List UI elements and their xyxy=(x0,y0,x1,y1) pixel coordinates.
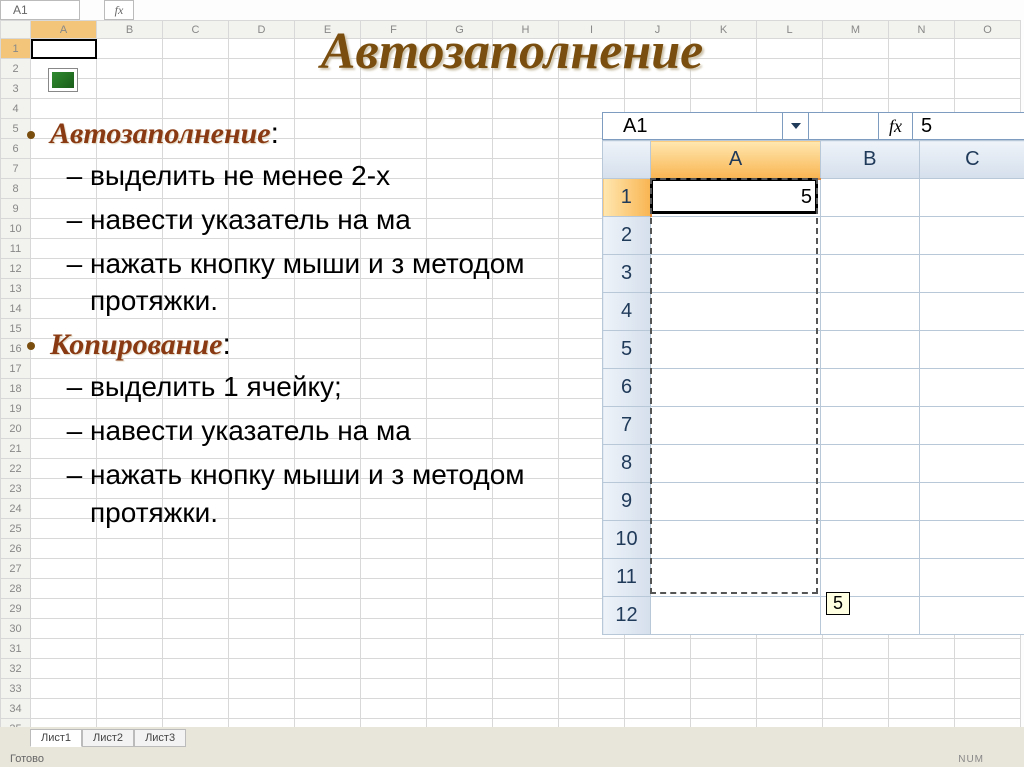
excel-icon: X xyxy=(48,68,78,92)
mini-cell[interactable] xyxy=(651,559,821,597)
mini-row-header[interactable]: 1 xyxy=(603,179,651,217)
mini-row-header[interactable]: 4 xyxy=(603,293,651,331)
mini-row-header[interactable]: 6 xyxy=(603,369,651,407)
mini-grid: ABC1523456789101112 xyxy=(602,140,1024,635)
mini-cell[interactable] xyxy=(919,255,1024,293)
section-subitem: навести указатель на ма xyxy=(90,412,610,450)
mini-cell[interactable] xyxy=(919,369,1024,407)
mini-cell[interactable] xyxy=(821,293,920,331)
mini-row-header[interactable]: 7 xyxy=(603,407,651,445)
mini-cell[interactable] xyxy=(651,445,821,483)
mini-spreadsheet: A1 fx 5 ABC1523456789101112 5 xyxy=(602,112,1024,635)
mini-cell[interactable] xyxy=(821,369,920,407)
mini-cell[interactable] xyxy=(821,483,920,521)
mini-cell[interactable] xyxy=(651,483,821,521)
mini-cell[interactable] xyxy=(651,597,821,635)
mini-cell[interactable] xyxy=(651,255,821,293)
mini-fx-label[interactable]: fx xyxy=(879,113,913,139)
mini-cell[interactable] xyxy=(919,445,1024,483)
mini-cell[interactable] xyxy=(919,559,1024,597)
section-colon: : xyxy=(271,117,279,150)
mini-cell[interactable] xyxy=(821,407,920,445)
section-heading: Копирование xyxy=(50,328,222,361)
slide-title: Автозаполнение xyxy=(0,22,1024,81)
mini-cell[interactable] xyxy=(651,369,821,407)
mini-formula-value[interactable]: 5 xyxy=(913,113,1024,139)
mini-row-header[interactable]: 12 xyxy=(603,597,651,635)
mini-row-header[interactable]: 11 xyxy=(603,559,651,597)
mini-cell[interactable] xyxy=(821,331,920,369)
mini-cell[interactable] xyxy=(821,559,920,597)
excel-icon-letter: X xyxy=(54,72,63,87)
mini-col-header[interactable]: B xyxy=(821,141,920,179)
mini-cell[interactable] xyxy=(651,217,821,255)
mini-cell[interactable] xyxy=(821,179,920,217)
mini-cell[interactable] xyxy=(821,255,920,293)
mini-row-header[interactable]: 3 xyxy=(603,255,651,293)
mini-cell[interactable] xyxy=(651,521,821,559)
section-subitem: навести указатель на ма xyxy=(90,201,610,239)
mini-cell[interactable] xyxy=(919,597,1024,635)
mini-formula-bar: A1 fx 5 xyxy=(602,112,1024,140)
section-heading: Автозаполнение xyxy=(50,117,271,150)
mini-name-box[interactable]: A1 xyxy=(603,113,783,139)
mini-namebox-dropdown[interactable] xyxy=(783,113,809,139)
mini-cell[interactable] xyxy=(821,445,920,483)
section-subitem: выделить не менее 2-х xyxy=(90,157,610,195)
mini-row-header[interactable]: 9 xyxy=(603,483,651,521)
mini-autofill-tooltip: 5 xyxy=(826,592,850,615)
chevron-down-icon xyxy=(791,123,801,129)
mini-row-header[interactable]: 10 xyxy=(603,521,651,559)
mini-cell[interactable] xyxy=(651,331,821,369)
section-subitem: нажать кнопку мыши и з методом протяжки. xyxy=(90,245,610,321)
mini-formula-gap xyxy=(809,113,879,139)
mini-cell[interactable] xyxy=(919,217,1024,255)
section-subitem: нажать кнопку мыши и з методом протяжки. xyxy=(90,456,610,532)
mini-row-header[interactable]: 8 xyxy=(603,445,651,483)
mini-cell[interactable] xyxy=(651,407,821,445)
mini-cell[interactable] xyxy=(919,407,1024,445)
section-colon: : xyxy=(222,328,230,361)
mini-cell[interactable] xyxy=(821,521,920,559)
mini-cell[interactable] xyxy=(919,483,1024,521)
mini-row-header[interactable]: 5 xyxy=(603,331,651,369)
mini-cell[interactable] xyxy=(919,331,1024,369)
mini-cell[interactable] xyxy=(821,217,920,255)
mini-cell[interactable] xyxy=(651,293,821,331)
mini-cell[interactable] xyxy=(919,521,1024,559)
mini-cell[interactable]: 5 xyxy=(651,179,821,217)
mini-row-header[interactable]: 2 xyxy=(603,217,651,255)
slide-overlay: X Автозаполнение Автозаполнение: выделить… xyxy=(0,0,1024,767)
section-subitem: выделить 1 ячейку; xyxy=(90,368,610,406)
mini-cell[interactable] xyxy=(919,179,1024,217)
mini-col-header[interactable]: C xyxy=(919,141,1024,179)
mini-cell[interactable] xyxy=(919,293,1024,331)
mini-col-header[interactable]: A xyxy=(651,141,821,179)
